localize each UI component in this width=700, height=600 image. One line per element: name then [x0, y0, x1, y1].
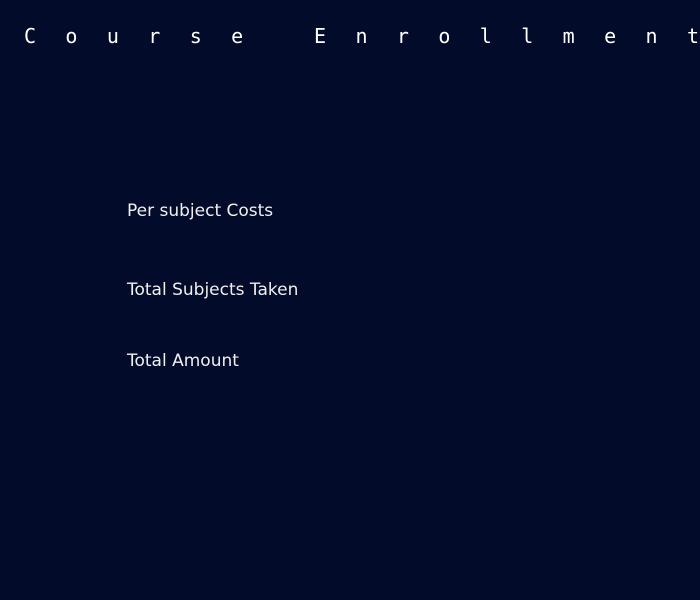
page-title: Co u r s e En r o l l m e n t: [23, 22, 700, 50]
page-title-letter: C: [23, 24, 37, 48]
page-title-letter: e: [604, 24, 617, 48]
page-title-letter: s: [189, 24, 202, 48]
page-title-letter: n: [645, 24, 658, 48]
page-title-letter: l: [479, 24, 492, 48]
page-title-letter: u: [106, 24, 119, 48]
page-title-letter: e: [231, 24, 244, 48]
page-title-letter: r: [148, 24, 161, 48]
page-title-letter: n: [355, 24, 368, 48]
page-title-letter: m: [562, 24, 575, 48]
page-title-letter: t: [686, 24, 700, 48]
page-title-letter: l: [521, 24, 534, 48]
page-title-letter: E: [314, 24, 327, 48]
per-subject-cost-label: Per subject Costs: [127, 201, 274, 221]
total-subjects-taken-label: Total Subjects Taken: [127, 280, 299, 300]
page-title-letter: r: [396, 24, 409, 48]
page-title-letter: [272, 22, 286, 50]
page-title-letter: o: [438, 24, 451, 48]
total-amount-label: Total Amount: [127, 351, 239, 371]
page-title-letter: o: [65, 24, 78, 48]
